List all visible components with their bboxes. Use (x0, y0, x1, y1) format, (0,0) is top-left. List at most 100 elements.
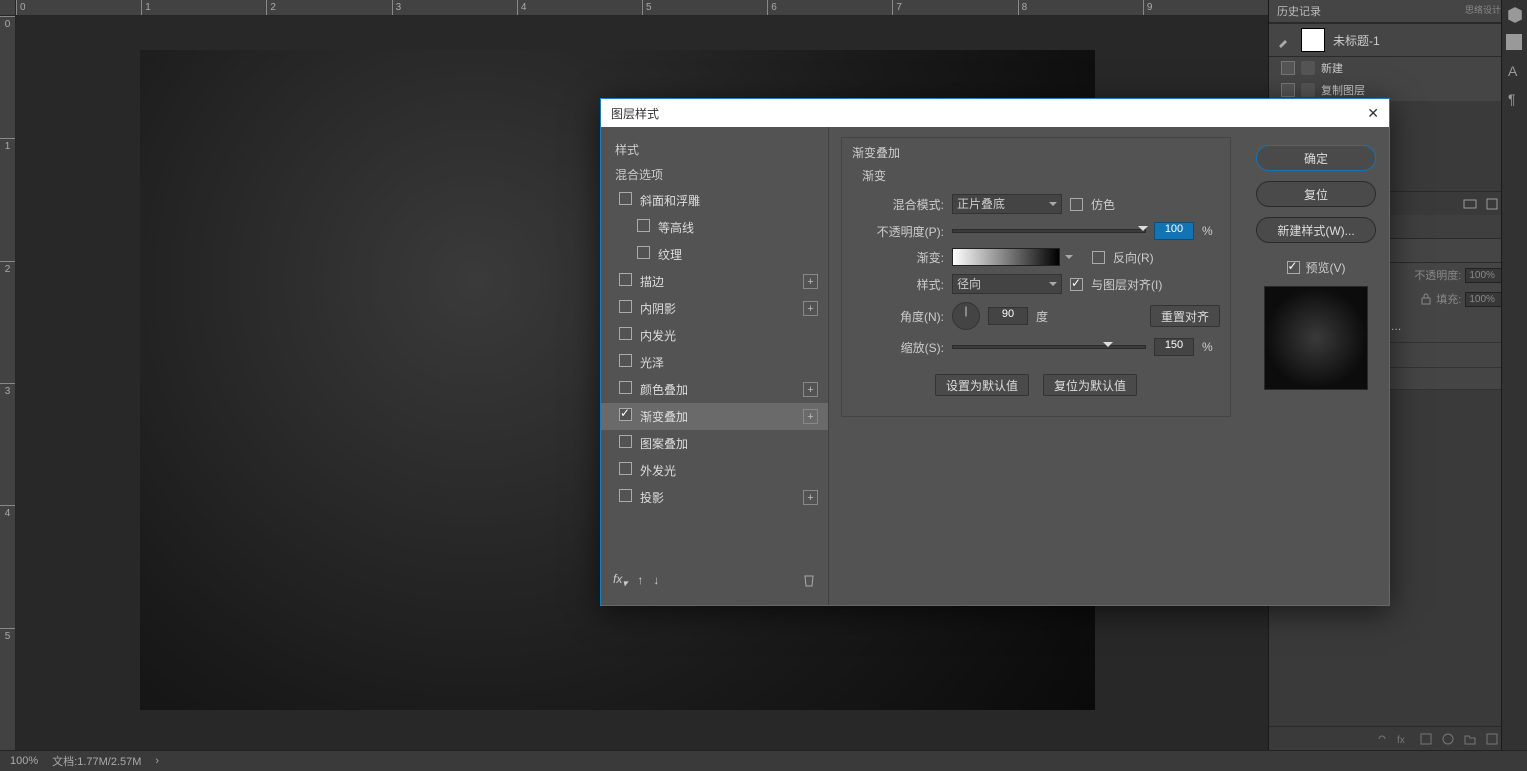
style-item[interactable]: 投影 + (601, 484, 828, 511)
settings-pane: 渐变叠加 渐变 混合模式: 正片叠底 仿色 不透明度(P): 100 % 渐变: (829, 127, 1243, 605)
style-checkbox[interactable] (637, 219, 650, 232)
style-checkbox[interactable] (619, 489, 632, 502)
style-item[interactable]: 纹理 (601, 241, 828, 268)
pct-label2: % (1202, 340, 1220, 354)
style-item-label: 内发光 (640, 329, 676, 343)
ruler-corner (0, 0, 16, 16)
swatch-icon[interactable] (1506, 34, 1524, 52)
style-checkbox[interactable] (619, 381, 632, 394)
style-checkbox[interactable] (619, 300, 632, 313)
ruler-vertical[interactable]: 012345 (0, 16, 16, 750)
svg-text:¶: ¶ (1508, 91, 1516, 107)
add-instance-icon[interactable]: + (803, 409, 818, 424)
preview-checkbox[interactable] (1287, 261, 1300, 274)
arrow-up-icon[interactable]: ↑ (637, 573, 643, 587)
camera-icon[interactable] (1463, 197, 1477, 211)
arrow-down-icon[interactable]: ↓ (653, 573, 659, 587)
angle-unit: 度 (1036, 308, 1048, 325)
fx-icon[interactable]: fx▾ (613, 572, 627, 589)
set-default-button[interactable]: 设置为默认值 (935, 374, 1029, 396)
zoom-level[interactable]: 100% (10, 755, 38, 767)
ruler-horizontal[interactable]: 0123456789 (16, 0, 1268, 16)
reset-default-button[interactable]: 复位为默认值 (1043, 374, 1137, 396)
style-item-label: 斜面和浮雕 (640, 194, 700, 208)
ok-button[interactable]: 确定 (1256, 145, 1376, 171)
paragraph-icon[interactable]: ¶ (1506, 90, 1524, 108)
fx-icon[interactable]: fx (1397, 732, 1411, 746)
style-checkbox[interactable] (637, 246, 650, 259)
reset-align-button[interactable]: 重置对齐 (1150, 305, 1220, 327)
style-checkbox[interactable] (619, 192, 632, 205)
style-item-label: 投影 (640, 491, 664, 505)
style-item[interactable]: 外发光 (601, 457, 828, 484)
dialog-title: 图层样式 (611, 105, 659, 122)
add-instance-icon[interactable]: + (803, 274, 818, 289)
cancel-button[interactable]: 复位 (1256, 181, 1376, 207)
doc-info: 文档:1.77M/2.57M (52, 753, 141, 769)
blend-mode-select[interactable]: 正片叠底 (952, 194, 1062, 214)
align-checkbox[interactable] (1070, 278, 1083, 291)
link-icon[interactable] (1375, 732, 1389, 746)
style-item-label: 内阴影 (640, 302, 676, 316)
angle-input[interactable]: 90 (988, 307, 1028, 325)
style-item[interactable]: 等高线 (601, 214, 828, 241)
new-icon[interactable] (1485, 197, 1499, 211)
new-style-button[interactable]: 新建样式(W)... (1256, 217, 1376, 243)
folder-icon[interactable] (1463, 732, 1477, 746)
trash-icon[interactable] (802, 573, 816, 587)
opacity-slider[interactable] (952, 229, 1146, 233)
scale-slider[interactable] (952, 345, 1146, 349)
opacity-label: 不透明度: (1414, 267, 1461, 283)
opacity-input[interactable]: 100 (1154, 222, 1194, 240)
fill-label: 填充: (1436, 291, 1461, 307)
mask-icon[interactable] (1419, 732, 1433, 746)
lock-icon[interactable] (1420, 293, 1432, 305)
style-checkbox[interactable] (619, 327, 632, 340)
gradient-picker[interactable] (952, 248, 1060, 266)
style-list-footer: fx▾ ↑ ↓ (601, 566, 828, 595)
style-checkbox[interactable] (619, 273, 632, 286)
chevron-right-icon[interactable]: › (155, 755, 159, 767)
dither-checkbox[interactable] (1070, 198, 1083, 211)
style-item[interactable]: 渐变叠加+ (601, 403, 828, 430)
style-checkbox[interactable] (619, 354, 632, 367)
add-instance-icon[interactable]: + (803, 382, 818, 397)
adjust-icon[interactable] (1441, 732, 1455, 746)
layer-style-dialog: 图层样式 ✕ 样式 混合选项 斜面和浮雕等高线纹理描边+ 内阴影 + 内发光光泽颜色叠… (600, 98, 1390, 606)
reverse-checkbox[interactable] (1092, 251, 1105, 264)
style-item[interactable]: 内发光 (601, 322, 828, 349)
style-item[interactable]: 内阴影 + (601, 295, 828, 322)
blending-options-label[interactable]: 混合选项 (601, 162, 828, 187)
style-checkbox[interactable] (619, 462, 632, 475)
preview-thumbnail (1264, 286, 1368, 390)
cube-icon[interactable] (1506, 6, 1524, 24)
style-checkbox[interactable] (619, 435, 632, 448)
dialog-titlebar[interactable]: 图层样式 ✕ (601, 99, 1389, 127)
history-header: 未标题-1 (1269, 23, 1527, 57)
align-label: 与图层对齐(I) (1091, 276, 1162, 293)
style-checkbox[interactable] (619, 408, 632, 421)
style-item[interactable]: 描边+ (601, 268, 828, 295)
svg-text:fx: fx (1397, 735, 1405, 746)
group-title1: 渐变叠加 (842, 144, 1230, 167)
history-tab[interactable]: 历史记录思络设计论坛 (1269, 0, 1527, 23)
reverse-label: 反向(R) (1113, 249, 1154, 266)
style-item[interactable]: 斜面和浮雕 (601, 187, 828, 214)
styles-label[interactable]: 样式 (601, 137, 828, 162)
add-instance-icon[interactable]: + (803, 301, 818, 316)
style-item[interactable]: 颜色叠加+ (601, 376, 828, 403)
char-icon[interactable]: A (1506, 62, 1524, 80)
scale-input[interactable]: 150 (1154, 338, 1194, 356)
style-item[interactable]: 光泽 (601, 349, 828, 376)
close-icon[interactable]: ✕ (1367, 105, 1379, 122)
add-instance-icon[interactable]: + (803, 490, 818, 505)
scale-label: 缩放(S): (852, 339, 944, 356)
history-item-new[interactable]: 新建 (1269, 57, 1527, 79)
style-select[interactable]: 径向 (952, 274, 1062, 294)
new-layer-icon[interactable] (1485, 732, 1499, 746)
panel-icon-strip: A ¶ (1501, 0, 1527, 750)
style-item[interactable]: 图案叠加 (601, 430, 828, 457)
style-item-label: 纹理 (658, 248, 682, 262)
history-snapshot-thumb[interactable] (1301, 28, 1325, 52)
angle-dial[interactable] (952, 302, 980, 330)
